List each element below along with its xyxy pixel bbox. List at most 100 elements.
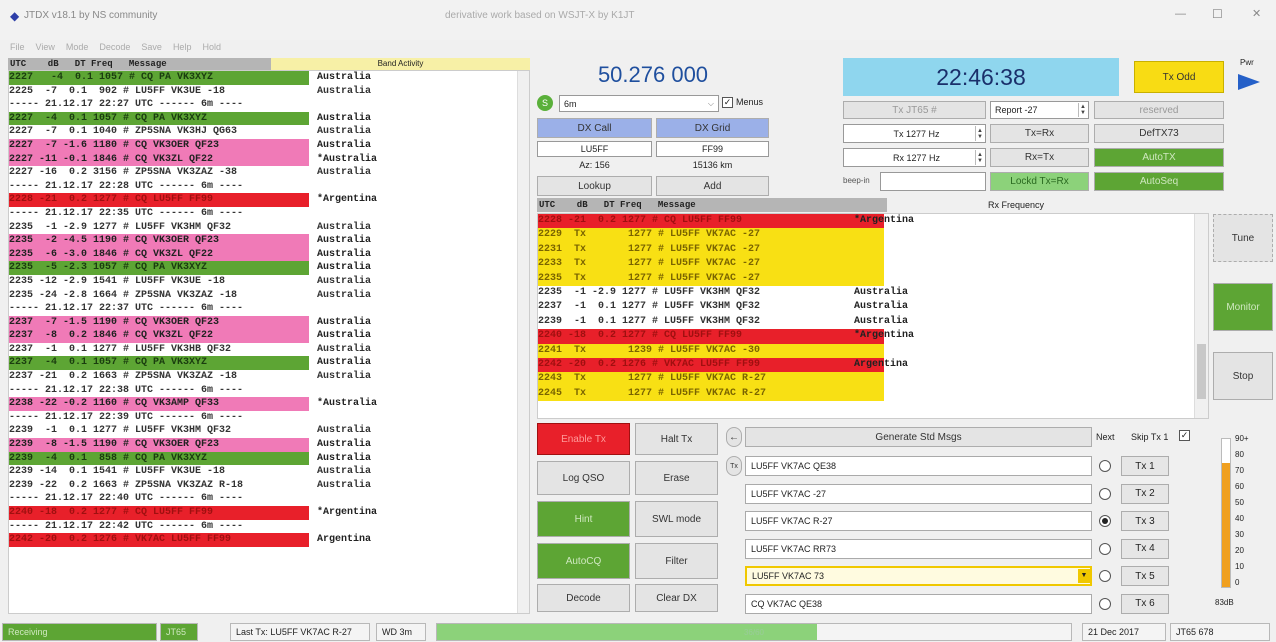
- tx-message-field[interactable]: LU5FF VK7AC QE38: [745, 456, 1092, 476]
- band-row[interactable]: 2239 -22 0.2 1663 # ZP5SNA VK3ZAZ R-18 Au…: [9, 478, 519, 493]
- maximize-button[interactable]: ☐: [1212, 7, 1223, 21]
- rx-equals-tx-button[interactable]: Rx=Tx: [990, 148, 1089, 167]
- band-select[interactable]: 6m ⌵: [559, 95, 719, 112]
- menu-item[interactable]: Help: [173, 42, 192, 56]
- rx-row[interactable]: 2243 Tx 1277 # LU5FF VK7AC R-27: [538, 372, 1208, 387]
- band-row[interactable]: ----- 21.12.17 22:40 UTC ------ 6m ----: [9, 492, 519, 506]
- skip-tx1-checkbox[interactable]: ✓: [1179, 430, 1190, 441]
- tx-send-button[interactable]: Tx 2: [1121, 483, 1169, 504]
- band-row[interactable]: 2235 -2 -4.5 1190 # CQ VK3OER QF23 Austra…: [9, 234, 519, 248]
- band-row[interactable]: ----- 21.12.17 22:27 UTC ------ 6m ----: [9, 98, 519, 112]
- menu-item[interactable]: Save: [141, 42, 162, 56]
- rx-scroll-thumb[interactable]: [1197, 344, 1206, 399]
- band-row[interactable]: 2235 -6 -3.0 1846 # CQ VK3ZL QF22 Austral…: [9, 247, 519, 262]
- band-row[interactable]: 2237 -1 0.1 1277 # LU5FF VK3HB QF32 Austr…: [9, 342, 519, 357]
- decode-button[interactable]: Decode: [537, 584, 630, 612]
- minimize-button[interactable]: —: [1175, 8, 1186, 20]
- band-row[interactable]: 2228 -21 0.2 1277 # CQ LU5FF FF99 *Argent…: [9, 193, 519, 207]
- rx-row[interactable]: 2229 Tx 1277 # LU5FF VK7AC -27: [538, 228, 1208, 243]
- auto-cq-button[interactable]: AutoCQ: [537, 543, 630, 579]
- tx-message-field[interactable]: LU5FF VK7AC 73: [745, 566, 1092, 586]
- log-qso-button[interactable]: Log QSO: [537, 461, 630, 495]
- stop-button[interactable]: Stop: [1213, 352, 1273, 400]
- band-row[interactable]: 2227 -7 0.1 1040 # ZP5SNA VK3HJ QG63 Aust…: [9, 125, 519, 139]
- next-radio[interactable]: [1099, 515, 1111, 527]
- band-row[interactable]: 2225 -7 0.1 902 # LU5FF VK3UE -18 Austral…: [9, 84, 519, 99]
- band-activity-list[interactable]: 2227 -4 0.1 1057 # CQ PA VK3XYZ Australia…: [8, 70, 530, 614]
- rx-scrollbar[interactable]: [1194, 214, 1208, 418]
- menu-item[interactable]: Hold: [202, 42, 221, 56]
- rx-row[interactable]: 2231 Tx 1277 # LU5FF VK7AC -27: [538, 242, 1208, 258]
- tx-label-icon[interactable]: Tx: [726, 456, 742, 476]
- next-radio[interactable]: [1099, 570, 1111, 582]
- tx-message-field[interactable]: LU5FF VK7AC -27: [745, 483, 1092, 504]
- tx-message-field[interactable]: CQ VK7AC QE38: [745, 593, 1092, 614]
- band-row[interactable]: 2239 -14 0.1 1541 # LU5FF VK3UE -18 Austr…: [9, 465, 519, 479]
- filter-button[interactable]: Filter: [635, 543, 718, 579]
- band-row[interactable]: 2227 -11 -0.1 1846 # CQ VK3ZL QF22 *Austr…: [9, 152, 519, 167]
- band-row[interactable]: 2235 -1 -2.9 1277 # LU5FF VK3HM QF32 Aust…: [9, 220, 519, 235]
- rx-row[interactable]: 2228 -21 0.2 1277 # CQ LU5FF FF99 *Argent…: [538, 214, 1208, 229]
- tx-message-field[interactable]: LU5FF VK7AC R-27: [745, 511, 1092, 531]
- tx-send-button[interactable]: Tx 6: [1121, 593, 1169, 614]
- tx-send-button[interactable]: Tx 4: [1121, 538, 1169, 559]
- rx-spin-arrows[interactable]: ▲ ▼: [975, 150, 984, 165]
- beep-in-field[interactable]: [880, 172, 986, 191]
- menu-item[interactable]: Decode: [99, 42, 130, 56]
- band-row[interactable]: 2242 -20 0.2 1276 # VK7AC LU5FF FF99 Arge…: [9, 533, 519, 547]
- menu-item[interactable]: View: [36, 42, 55, 56]
- rx-frequency-list[interactable]: 2228 -21 0.2 1277 # CQ LU5FF FF99 *Argent…: [537, 213, 1209, 419]
- band-row[interactable]: 2237 -7 -1.5 1190 # CQ VK3OER QF23 Austra…: [9, 315, 519, 330]
- band-row[interactable]: 2235 -5 -2.3 1057 # CQ PA VK3XYZ Australi…: [9, 261, 519, 275]
- band-row[interactable]: 2227 -4 0.1 1057 # CQ PA VK3XYZ Australia: [9, 71, 519, 85]
- swl-mode-button[interactable]: SWL mode: [635, 501, 718, 537]
- band-row[interactable]: 2237 -21 0.2 1663 # ZP5SNA VK3ZAZ -18 Aus…: [9, 370, 519, 384]
- band-row[interactable]: ----- 21.12.17 22:38 UTC ------ 6m ----: [9, 383, 519, 398]
- tx-odd-button[interactable]: Tx Odd: [1134, 61, 1224, 93]
- band-row[interactable]: 2237 -8 0.2 1846 # CQ VK3ZL QF22 Australi…: [9, 329, 519, 343]
- tune-button[interactable]: Tune: [1213, 214, 1273, 262]
- dx-call-field[interactable]: LU5FF: [537, 141, 652, 157]
- rx-row[interactable]: 2245 Tx 1277 # LU5FF VK7AC R-27: [538, 386, 1208, 402]
- dx-grid-button[interactable]: DX Grid: [656, 118, 769, 138]
- tx-jt65-button[interactable]: Tx JT65 #: [843, 101, 986, 119]
- locked-tx-rx-button[interactable]: Lockd Tx=Rx: [990, 172, 1089, 191]
- default-tx-button[interactable]: DefTX73: [1094, 124, 1224, 143]
- band-row[interactable]: 2227 -7 -1.6 1180 # CQ VK3OER QF23 Austra…: [9, 138, 519, 153]
- band-row[interactable]: 2235 -12 -2.9 1541 # LU5FF VK3UE -18 Aust…: [9, 274, 519, 289]
- tx-equals-rx-button[interactable]: Tx=Rx: [990, 124, 1089, 143]
- band-row[interactable]: ----- 21.12.17 22:42 UTC ------ 6m ----: [9, 519, 519, 534]
- band-row[interactable]: 2227 -4 0.1 1057 # CQ PA VK3XYZ Australia: [9, 111, 519, 126]
- tx-spin-arrows[interactable]: ▲ ▼: [975, 126, 984, 141]
- tx-message-field[interactable]: LU5FF VK7AC RR73: [745, 538, 1092, 559]
- rx-row[interactable]: 2237 -1 0.1 1277 # LU5FF VK3HM QF32 Austr…: [538, 300, 1208, 314]
- band-row[interactable]: 2235 -24 -2.8 1664 # ZP5SNA VK3ZAZ -18 Au…: [9, 288, 519, 303]
- band-row[interactable]: ----- 21.12.17 22:37 UTC ------ 6m ----: [9, 302, 519, 316]
- band-row[interactable]: 2238 -22 -0.2 1160 # CQ VK3AMP QF33 *Aust…: [9, 397, 519, 411]
- clear-dx-button[interactable]: Clear DX: [635, 584, 718, 612]
- band-row[interactable]: ----- 21.12.17 22:39 UTC ------ 6m ----: [9, 410, 519, 425]
- menus-checkbox[interactable]: ✓: [722, 97, 733, 108]
- chevron-down-icon[interactable]: ▼: [1078, 569, 1090, 583]
- band-row[interactable]: 2237 -4 0.1 1057 # CQ PA VK3XYZ Australia: [9, 356, 519, 371]
- band-row[interactable]: 2240 -18 0.2 1277 # CQ LU5FF FF99 *Argent…: [9, 506, 519, 520]
- rx-row[interactable]: 2240 -18 0.2 1277 # CQ LU5FF FF99 *Argent…: [538, 329, 1208, 344]
- band-row[interactable]: 2227 -16 0.2 3156 # ZP5SNA VK3ZAZ -38 Aus…: [9, 166, 519, 180]
- monitor-button[interactable]: Monitor: [1213, 283, 1273, 331]
- next-radio[interactable]: [1099, 597, 1111, 610]
- enable-tx-button[interactable]: Enable Tx: [537, 423, 630, 455]
- band-indicator-icon[interactable]: S: [537, 95, 553, 111]
- band-row[interactable]: ----- 21.12.17 22:28 UTC ------ 6m ----: [9, 179, 519, 194]
- menu-item[interactable]: Mode: [66, 42, 89, 56]
- rx-row[interactable]: 2235 -1 -2.9 1277 # LU5FF VK3HM QF32 Aust…: [538, 286, 1208, 300]
- band-row[interactable]: 2239 -1 0.1 1277 # LU5FF VK3HM QF32 Austr…: [9, 424, 519, 439]
- lookup-button[interactable]: Lookup: [537, 176, 652, 196]
- report-spin-arrows[interactable]: ▲ ▼: [1078, 103, 1087, 117]
- tx-send-button[interactable]: Tx 1: [1121, 456, 1169, 476]
- report-spinbox[interactable]: Report -27 ▲ ▼: [990, 101, 1089, 119]
- band-scrollbar[interactable]: [517, 71, 529, 613]
- arrow-left-icon[interactable]: ←: [726, 427, 742, 447]
- tx-frequency-spinbox[interactable]: Tx 1277 Hz ▲ ▼: [843, 124, 986, 143]
- add-button[interactable]: Add: [656, 176, 769, 196]
- band-row[interactable]: 2239 -4 0.1 858 # CQ PA VK3XYZ Australia: [9, 451, 519, 466]
